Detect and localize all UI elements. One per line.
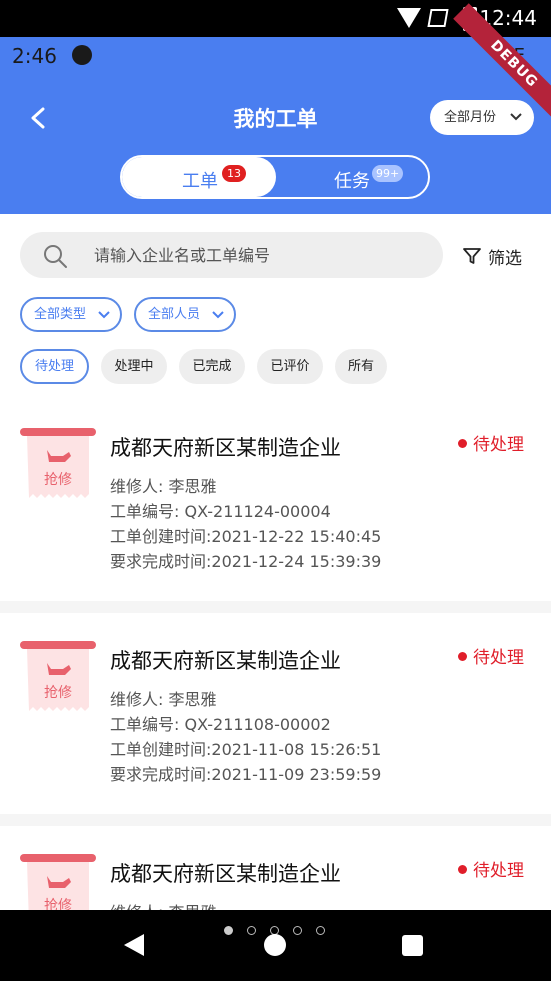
personnel-dropdown[interactable]: 全部人员	[134, 297, 236, 332]
repairer: 维修人: 李思雅	[110, 690, 217, 709]
chip-processing[interactable]: 处理中	[101, 349, 167, 384]
inner-status-time: 2:46	[12, 44, 57, 68]
chip-all[interactable]: 所有	[335, 349, 387, 384]
page-dot	[224, 926, 233, 935]
tab-work-orders-label[interactable]: 工单	[182, 167, 218, 193]
status-badge: 待处理	[458, 430, 524, 455]
chip-evaluated[interactable]: 已评价	[257, 349, 323, 384]
work-order-list: 抢修 成都天府新区某制造企业 待处理 维修人: 李思雅 工单编号: QX-211…	[0, 400, 551, 910]
repair-ticket-icon: 抢修	[20, 854, 96, 910]
order-number: 工单编号: QX-211124-00004	[110, 502, 331, 521]
status-badge: 待处理	[458, 643, 524, 668]
chevron-down-icon	[510, 113, 522, 121]
repair-ticket-icon: 抢修	[20, 428, 96, 498]
nav-home-icon[interactable]	[264, 934, 286, 956]
deadline-time: 要求完成时间:2021-11-09 23:59:59	[110, 765, 382, 784]
app-status-icon	[72, 45, 92, 65]
chip-completed[interactable]: 已完成	[179, 349, 245, 384]
chip-pending[interactable]: 待处理	[20, 349, 89, 384]
tasks-count-badge: 99+	[372, 165, 404, 182]
month-filter-label: 全部月份	[444, 110, 497, 125]
screen: 12:44 2:46 LTE DEBUG 我的工单 全部月份 工单 13 任务 …	[0, 0, 551, 981]
wifi-icon	[397, 8, 421, 28]
month-filter-dropdown[interactable]: 全部月份	[430, 100, 534, 135]
search-input[interactable]	[94, 232, 424, 278]
tab-tasks[interactable]: 任务	[334, 167, 370, 193]
no-signal-icon	[427, 9, 449, 27]
nav-back-icon[interactable]	[124, 934, 144, 956]
chevron-down-icon	[98, 311, 110, 319]
repair-ticket-icon: 抢修	[20, 641, 96, 711]
search-bar[interactable]	[20, 232, 443, 278]
repairer: 维修人: 李思雅	[110, 899, 216, 910]
system-nav-bar	[0, 910, 551, 981]
company-name: 成都天府新区某制造企业	[110, 436, 341, 460]
company-name: 成都天府新区某制造企业	[110, 649, 341, 673]
page-dot	[247, 926, 256, 935]
type-dropdown[interactable]: 全部类型	[20, 297, 122, 332]
work-order-card[interactable]: 抢修 成都天府新区某制造企业 待处理 维修人: 李思雅	[0, 826, 551, 910]
status-badge: 待处理	[458, 856, 524, 881]
filter-label: 筛选	[488, 249, 522, 269]
type-dropdown-label: 全部类型	[34, 307, 87, 322]
chevron-down-icon	[212, 311, 224, 319]
deadline-time: 要求完成时间:2021-12-24 15:39:39	[110, 552, 382, 571]
ticket-badge: 抢修	[44, 684, 72, 701]
ticket-badge: 抢修	[44, 471, 72, 488]
nav-recents-icon[interactable]	[402, 935, 423, 956]
company-name: 成都天府新区某制造企业	[110, 862, 341, 886]
tab-switcher: 工单 13 任务 99+	[120, 155, 430, 199]
order-number: 工单编号: QX-211108-00002	[110, 715, 331, 734]
app-header: 2:46 LTE DEBUG 我的工单 全部月份 工单 13 任务 99+	[0, 3, 551, 214]
work-orders-count-badge: 13	[222, 165, 246, 182]
page-dot	[293, 926, 302, 935]
created-time: 工单创建时间:2021-11-08 15:26:51	[110, 740, 382, 759]
repairer: 维修人: 李思雅	[110, 477, 217, 496]
created-time: 工单创建时间:2021-12-22 15:40:45	[110, 527, 382, 546]
search-icon	[44, 245, 67, 268]
work-order-card[interactable]: 抢修 成都天府新区某制造企业 待处理 维修人: 李思雅 工单编号: QX-211…	[0, 400, 551, 601]
funnel-icon	[463, 248, 481, 264]
page-dot	[316, 926, 325, 935]
work-order-card[interactable]: 抢修 成都天府新区某制造企业 待处理 维修人: 李思雅 工单编号: QX-211…	[0, 613, 551, 814]
personnel-dropdown-label: 全部人员	[148, 307, 201, 322]
filter-panel: 筛选 全部类型 全部人员 待处理 处理中 已完成 已评价 所有	[0, 214, 551, 400]
ticket-badge: 抢修	[44, 897, 72, 910]
